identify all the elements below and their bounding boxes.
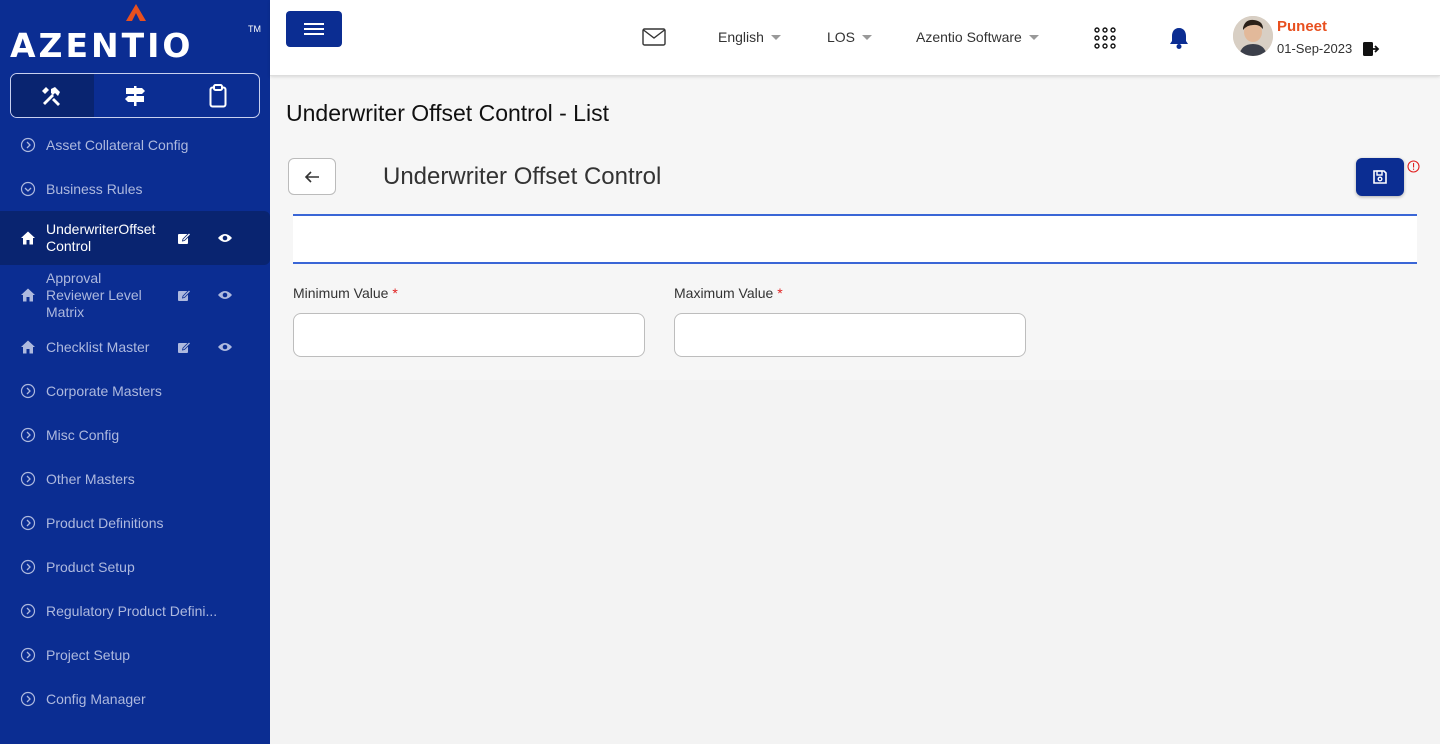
module-dropdown[interactable]: LOS: [827, 29, 873, 45]
home-icon: [21, 340, 35, 354]
required-mark: *: [777, 285, 783, 301]
sidebar-item-label: Product Setup: [46, 559, 135, 575]
info-icon[interactable]: [1407, 160, 1420, 173]
section-band: [293, 214, 1417, 264]
mail-icon[interactable]: [642, 28, 666, 46]
edit-icon[interactable]: [177, 231, 191, 245]
tab-clipboard[interactable]: [176, 74, 259, 117]
sidebar-item-regulatory-product-definitions[interactable]: Regulatory Product Defini...: [0, 589, 270, 633]
sidebar-item-misc-config[interactable]: Misc Config: [0, 413, 270, 457]
top-header: English LOS Azentio Software Puneet 01-S…: [270, 0, 1440, 76]
sidebar-item-product-setup[interactable]: Product Setup: [0, 545, 270, 589]
sidebar-nav: Asset Collateral Config Business Rules U…: [0, 123, 270, 721]
sidebar-item-label: Product Definitions: [46, 515, 164, 531]
content-background: [270, 380, 1440, 744]
sidebar-item-label: UnderwriterOffsetControl: [46, 221, 156, 254]
company-value: Azentio Software: [916, 29, 1022, 45]
company-dropdown[interactable]: Azentio Software: [916, 29, 1039, 45]
sidebar-item-asset-collateral-config[interactable]: Asset Collateral Config: [0, 123, 270, 167]
sidebar-item-label: Regulatory Product Defini...: [46, 603, 218, 619]
sidebar-item-other-masters[interactable]: Other Masters: [0, 457, 270, 501]
maximum-value-label: Maximum Value *: [674, 285, 783, 301]
sidebar-item-checklist-master[interactable]: Checklist Master: [0, 325, 270, 369]
chevron-circle-down-icon: [20, 181, 36, 197]
sidebar-item-underwriter-offset-control[interactable]: UnderwriterOffsetControl: [0, 211, 270, 265]
sidebar-item-label: Project Setup: [46, 647, 131, 663]
sidebar-item-config-manager[interactable]: Config Manager: [0, 677, 270, 721]
arrow-left-icon: [304, 170, 319, 183]
tab-tools[interactable]: [11, 74, 94, 117]
chevron-circle-right-icon: [20, 691, 36, 707]
sidebar-item-label: Asset Collateral Config: [46, 137, 189, 153]
logo-trademark: TM: [248, 24, 261, 34]
view-icon[interactable]: [217, 289, 233, 301]
sidebar-item-label: Other Masters: [46, 471, 135, 487]
minimum-value-label: Minimum Value *: [293, 285, 398, 301]
edit-icon[interactable]: [177, 340, 191, 354]
chevron-circle-right-icon: [20, 603, 36, 619]
sidebar-icon-tabs: [10, 73, 260, 118]
user-name: Puneet: [1277, 18, 1328, 35]
tools-icon: [42, 86, 61, 106]
user-photo-icon: [1233, 16, 1273, 56]
hamburger-icon: [304, 23, 324, 35]
back-button[interactable]: [288, 158, 336, 195]
chevron-circle-right-icon: [20, 427, 36, 443]
sidebar-item-label: Approval Reviewer Level Matrix: [46, 269, 142, 320]
sidebar-item-business-rules[interactable]: Business Rules: [0, 167, 270, 211]
sidebar: AZENTIO TM Asset Collateral Config Busin…: [0, 0, 270, 744]
user-date: 01-Sep-2023: [1277, 41, 1353, 56]
logo-text: AZENTIO: [10, 26, 194, 65]
chevron-circle-right-icon: [20, 383, 36, 399]
sidebar-item-label: Checklist Master: [46, 338, 150, 355]
apps-grid-icon[interactable]: [1094, 27, 1116, 49]
caret-down-icon: [770, 34, 781, 40]
view-icon[interactable]: [217, 341, 233, 353]
chevron-circle-right-icon: [20, 647, 36, 663]
page-title: Underwriter Offset Control - List: [286, 100, 609, 126]
menu-toggle-button[interactable]: [286, 11, 342, 47]
logout-icon[interactable]: [1362, 41, 1380, 57]
chevron-circle-right-icon: [20, 559, 36, 575]
maximum-value-input[interactable]: [674, 313, 1026, 357]
sidebar-item-product-definitions[interactable]: Product Definitions: [0, 501, 270, 545]
minimum-value-label-text: Minimum Value: [293, 285, 389, 301]
chevron-circle-right-icon: [20, 137, 36, 153]
view-icon[interactable]: [217, 232, 233, 244]
sidebar-item-label: Config Manager: [46, 691, 146, 707]
language-value: English: [718, 29, 764, 45]
save-icon: [1373, 170, 1387, 184]
caret-down-icon: [862, 34, 873, 40]
tab-signpost[interactable]: [94, 74, 177, 117]
sidebar-item-approval-reviewer-level-matrix[interactable]: Approval Reviewer Level Matrix: [0, 265, 270, 325]
logo-mark-icon: [126, 4, 146, 21]
sidebar-item-label: Business Rules: [46, 181, 143, 197]
azentio-logo: AZENTIO TM: [0, 0, 270, 70]
edit-icon[interactable]: [177, 288, 191, 302]
module-value: LOS: [827, 29, 856, 45]
sidebar-item-project-setup[interactable]: Project Setup: [0, 633, 270, 677]
section-title: Underwriter Offset Control: [383, 163, 662, 190]
chevron-circle-right-icon: [20, 471, 36, 487]
bell-icon[interactable]: [1168, 26, 1190, 50]
signpost-icon: [125, 85, 145, 106]
save-button[interactable]: [1356, 158, 1404, 196]
caret-down-icon: [1028, 34, 1039, 40]
home-icon: [21, 231, 35, 245]
avatar[interactable]: [1233, 16, 1273, 56]
sidebar-item-corporate-masters[interactable]: Corporate Masters: [0, 369, 270, 413]
minimum-value-input[interactable]: [293, 313, 645, 357]
chevron-circle-right-icon: [20, 515, 36, 531]
maximum-value-label-text: Maximum Value: [674, 285, 774, 301]
required-mark: *: [392, 285, 398, 301]
sidebar-item-label: Misc Config: [46, 427, 120, 443]
language-dropdown[interactable]: English: [718, 29, 781, 45]
clipboard-icon: [209, 83, 227, 107]
home-icon: [21, 288, 35, 302]
sidebar-item-label: Corporate Masters: [46, 383, 162, 399]
